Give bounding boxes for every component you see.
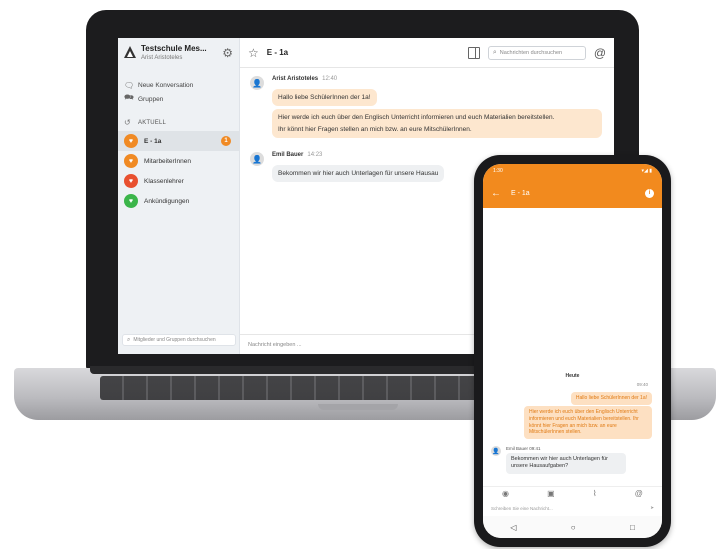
search-icon: ⌕	[127, 336, 131, 343]
phone-bubble-out: Hier werde ich euch über den Englisch Un…	[524, 406, 652, 439]
product-mockup: Testschule Mes... Arist Aristoteles ⚙ 🗨 N…	[0, 0, 718, 549]
brand: Testschule Mes... Arist Aristoteles ⚙	[118, 38, 239, 68]
mentions-icon[interactable]: @	[594, 46, 606, 60]
date-separator: Heute	[565, 373, 580, 379]
sidebar-item-label: Neue Konversation	[138, 81, 194, 89]
message-bubble: Hallo liebe SchülerInnen der 1a!	[272, 89, 377, 107]
avatar: 👤	[250, 152, 264, 166]
phone-message-in: 👤 Emil Bauer 09:41 Bekommen wir hier auc…	[491, 446, 626, 474]
status-time: 1:30	[493, 168, 503, 174]
send-icon[interactable]: ➤	[650, 505, 654, 511]
search-icon: ⌕	[492, 48, 497, 56]
channel-klassenlehrer[interactable]: ♥ Klassenlehrer	[118, 171, 239, 191]
phone-bubble-in: Bekommen wir hier auch Unterlagen für un…	[506, 453, 626, 474]
image-icon[interactable]: ▣	[547, 489, 555, 500]
section-label: AKTUELL	[138, 119, 167, 126]
groups-icon: 🗪	[124, 93, 134, 102]
nav-recents-icon[interactable]: □	[630, 523, 635, 532]
paperclip-icon[interactable]: ⌇	[593, 489, 597, 500]
info-icon[interactable]: i	[645, 188, 654, 198]
channel-mitarbeiterinnen[interactable]: ♥ MitarbeiterInnen	[118, 151, 239, 171]
phone-bubble-out: Hallo liebe SchülerInnen der 1a!	[570, 392, 652, 405]
camera-icon[interactable]: ◉	[502, 489, 509, 500]
sidebar: Testschule Mes... Arist Aristoteles ⚙ 🗨 N…	[118, 38, 240, 354]
channel-label: Klassenlehrer	[144, 177, 184, 185]
message-line: Ihr könnt hier Fragen stellen an mich bz…	[278, 125, 472, 133]
phone-message-input[interactable]: Schreiben Sie eine Nachricht... ➤	[483, 502, 662, 514]
school-logo-icon	[124, 46, 136, 58]
back-arrow-icon[interactable]: ←	[491, 188, 501, 199]
sidebar-item-groups[interactable]: 🗪 Gruppen	[124, 92, 233, 106]
phone-app-bar: ← E - 1a i	[483, 178, 662, 208]
phone-status-bar: 1:30 ▾◢ ▮	[483, 164, 662, 178]
message-time: 12:40	[322, 76, 338, 82]
sidebar-search-input[interactable]: ⌕ Mitglieder und Gruppen durchsuchen	[122, 334, 236, 346]
message-search-input[interactable]: ⌕ Nachrichten durchsuchen	[487, 45, 586, 60]
message-time: 14:23	[307, 152, 323, 158]
message-bubble: Bekommen wir hier auch Unterlagen für un…	[272, 165, 445, 183]
message-group: 👤 Arist Aristoteles 12:40 Hallo liebe Sch…	[250, 76, 602, 141]
brand-name: Testschule Mes...	[141, 45, 207, 53]
sidebar-item-new-conversation[interactable]: 🗨 Neue Konversation	[124, 78, 233, 92]
mention-icon[interactable]: @	[635, 489, 643, 500]
channel-icon: ♥	[124, 154, 138, 168]
message-author: Emil Bauer	[272, 152, 304, 158]
message-group: 👤 Emil Bauer 14:23 Bekommen wir hier auch…	[250, 152, 445, 185]
android-nav-bar: ◁ ○ □	[483, 516, 662, 538]
nav-back-icon[interactable]: ◁	[510, 523, 516, 532]
section-current: ↺ AKTUELL	[124, 118, 233, 127]
channel-ankuendigungen[interactable]: ♥ Ankündigungen	[118, 191, 239, 211]
channel-title: E - 1a	[266, 48, 289, 57]
channel-icon: ♥	[124, 134, 138, 148]
chat-topbar: ☆ E - 1a ⌕ Nachrichten durchsuchen @	[240, 38, 614, 68]
channel-label: E - 1a	[144, 137, 162, 145]
unread-badge: 1	[221, 136, 231, 146]
channel-e-1a[interactable]: ♥ E - 1a 1	[118, 131, 239, 151]
star-icon[interactable]: ☆	[248, 46, 259, 60]
phone-attach-toolbar: ◉ ▣ ⌇ @	[483, 486, 662, 500]
laptop-notch	[318, 404, 398, 410]
channel-label: Ankündigungen	[144, 197, 190, 205]
gear-icon[interactable]: ⚙	[222, 46, 233, 60]
message-author: Emil Bauer 09:41	[506, 446, 541, 451]
search-placeholder: Nachrichten durchsuchen	[499, 49, 563, 56]
history-icon: ↺	[124, 118, 131, 127]
channel-icon: ♥	[124, 174, 138, 188]
panel-toggle-icon[interactable]	[467, 46, 480, 59]
channel-label: MitarbeiterInnen	[144, 157, 191, 165]
phone-screen: 1:30 ▾◢ ▮ ← E - 1a i Heute 09:40 Hallo l…	[483, 164, 662, 538]
message-time: 09:40	[636, 382, 648, 387]
message-bubble: Hier werde ich euch über den Englisch Un…	[272, 109, 602, 139]
sidebar-search-placeholder: Mitglieder und Gruppen durchsuchen	[133, 337, 216, 343]
status-icons: ▾◢ ▮	[641, 168, 653, 174]
sidebar-item-label: Gruppen	[138, 95, 164, 103]
avatar: 👤	[250, 76, 264, 90]
chat-plus-icon: 🗨	[124, 80, 135, 90]
input-placeholder: Schreiben Sie eine Nachricht...	[491, 505, 553, 511]
message-author: Arist Aristoteles	[272, 76, 319, 82]
message-line: Hier werde ich euch über den Englisch Un…	[278, 114, 555, 122]
channel-icon: ♥	[124, 194, 138, 208]
brand-user: Arist Aristoteles	[141, 55, 183, 61]
phone-channel-title: E - 1a	[511, 189, 530, 197]
avatar: 👤	[491, 446, 501, 456]
nav-home-icon[interactable]: ○	[571, 523, 576, 532]
